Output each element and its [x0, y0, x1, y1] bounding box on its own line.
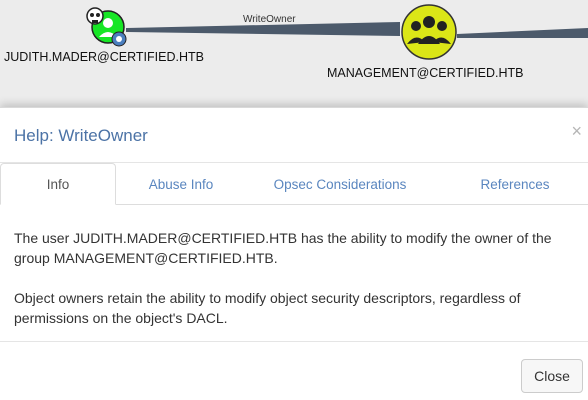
node-group-management[interactable] [401, 4, 457, 60]
modal-footer: Close [0, 341, 588, 400]
close-icon[interactable]: × [571, 122, 582, 140]
edge-label: WriteOwner [243, 14, 296, 25]
tab-opsec-considerations[interactable]: Opsec Considerations [246, 163, 434, 205]
node-group-label: MANAGEMENT@CERTIFIED.HTB [327, 66, 524, 80]
close-button[interactable]: Close [521, 359, 583, 393]
tab-info[interactable]: Info [0, 163, 116, 205]
modal-header: Help: WriteOwner × [0, 108, 588, 163]
tab-content-info: The user JUDITH.MADER@CERTIFIED.HTB has … [14, 228, 574, 348]
node-user-judith[interactable] [86, 7, 130, 49]
graph-canvas[interactable]: WriteOwner JUDITH.MADER@CERTIFIED.HTB MA… [0, 0, 588, 107]
info-paragraph-1: The user JUDITH.MADER@CERTIFIED.HTB has … [14, 230, 552, 266]
help-modal: Help: WriteOwner × Info Abuse Info Opsec… [0, 107, 588, 400]
tab-abuse-info[interactable]: Abuse Info [116, 163, 246, 205]
modal-title: Help: WriteOwner [14, 126, 148, 145]
owned-badge-icon [111, 31, 127, 47]
tab-bar: Info Abuse Info Opsec Considerations Ref… [0, 163, 588, 205]
skull-icon [86, 7, 104, 25]
node-user-label: JUDITH.MADER@CERTIFIED.HTB [4, 50, 204, 64]
tab-references[interactable]: References [434, 163, 588, 205]
info-paragraph-2: Object owners retain the ability to modi… [14, 290, 521, 326]
